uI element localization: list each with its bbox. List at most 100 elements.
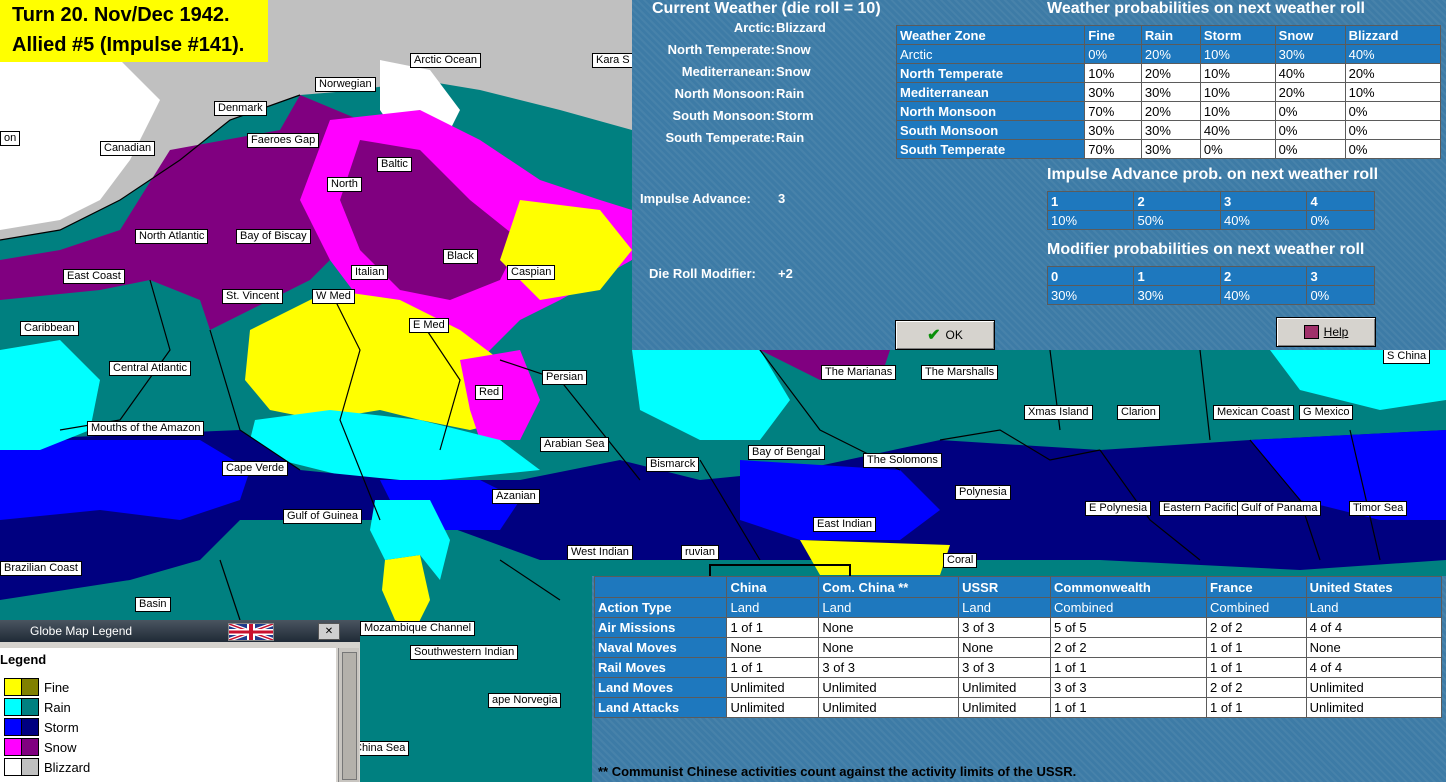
probability-cell[interactable]: 30% bbox=[1140, 82, 1201, 102]
probability-cell[interactable]: 20% bbox=[1344, 63, 1442, 83]
sea-zone-label[interactable]: Bismarck bbox=[646, 457, 700, 472]
table-row[interactable]: North Monsoon 70% 20% 10% 0% 0% bbox=[895, 101, 1442, 121]
sea-zone-label[interactable]: West Indian bbox=[567, 545, 633, 560]
sea-zone-label[interactable]: E Polynesia bbox=[1085, 501, 1152, 516]
table-row[interactable]: North Temperate 10% 20% 10% 40% 20% bbox=[895, 63, 1442, 83]
probability-cell[interactable]: 10% bbox=[1344, 82, 1442, 102]
table-row[interactable]: South Temperate 70% 30% 0% 0% 0% bbox=[895, 139, 1442, 159]
sea-zone-label[interactable]: Cape Verde bbox=[222, 461, 289, 476]
probability-cell[interactable]: 40% bbox=[1199, 120, 1276, 140]
sea-zone-label[interactable]: Southwestern Indian bbox=[410, 645, 519, 660]
legend-titlebar[interactable]: Globe Map Legend ✕ bbox=[0, 620, 360, 642]
sea-zone-label[interactable]: Caribbean bbox=[20, 321, 79, 336]
probability-cell[interactable]: 20% bbox=[1140, 101, 1201, 121]
probability-cell[interactable]: 0% bbox=[1274, 120, 1346, 140]
sea-zone-label[interactable]: Xmas Island bbox=[1024, 405, 1093, 420]
probability-cell[interactable]: 0% bbox=[1344, 139, 1442, 159]
probability-cell[interactable]: 0% bbox=[1084, 44, 1142, 64]
weather-zone-cell[interactable]: North Temperate bbox=[895, 63, 1086, 83]
probability-cell[interactable]: 10% bbox=[1199, 82, 1276, 102]
sea-zone-label[interactable]: The Marianas bbox=[821, 365, 897, 380]
table-row[interactable]: South Monsoon 30% 30% 40% 0% 0% bbox=[895, 120, 1442, 140]
sea-zone-label[interactable]: Faeroes Gap bbox=[247, 133, 320, 148]
table-row[interactable]: Mediterranean 30% 30% 10% 20% 10% bbox=[895, 82, 1442, 102]
probability-cell[interactable]: 70% bbox=[1084, 139, 1142, 159]
sea-zone-label[interactable]: Coral bbox=[943, 553, 978, 568]
table-row[interactable]: Arctic 0% 20% 10% 30% 40% bbox=[895, 44, 1442, 64]
sea-zone-label[interactable]: Brazilian Coast bbox=[0, 561, 82, 576]
sea-zone-label[interactable]: Black bbox=[443, 249, 478, 264]
close-icon[interactable]: ✕ bbox=[318, 623, 340, 640]
probability-cell[interactable]: 0% bbox=[1274, 139, 1346, 159]
probability-cell[interactable]: 70% bbox=[1084, 101, 1142, 121]
probability-cell[interactable]: 30% bbox=[1084, 120, 1142, 140]
sea-zone-label[interactable]: North Atlantic bbox=[135, 229, 209, 244]
sea-zone-label[interactable]: St. Vincent bbox=[222, 289, 283, 304]
sea-zone-label[interactable]: Kara S bbox=[592, 53, 634, 68]
sea-zone-label[interactable]: Eastern Pacific bbox=[1159, 501, 1241, 516]
probability-cell[interactable]: 20% bbox=[1140, 63, 1201, 83]
scroll-thumb[interactable] bbox=[342, 652, 357, 780]
sea-zone-label[interactable]: Gulf of Guinea bbox=[283, 509, 362, 524]
weather-zone-cell[interactable]: South Temperate bbox=[895, 139, 1086, 159]
probability-cell[interactable]: 40% bbox=[1274, 63, 1346, 83]
sea-zone-label[interactable]: Central Atlantic bbox=[109, 361, 191, 376]
probability-cell[interactable]: 10% bbox=[1199, 44, 1276, 64]
sea-zone-label[interactable]: The Solomons bbox=[863, 453, 942, 468]
sea-zone-label[interactable]: Baltic bbox=[377, 157, 412, 172]
probability-cell[interactable]: 20% bbox=[1140, 44, 1201, 64]
sea-zone-label[interactable]: East Coast bbox=[63, 269, 125, 284]
sea-zone-label[interactable]: Denmark bbox=[214, 101, 267, 116]
probability-cell[interactable]: 30% bbox=[1274, 44, 1346, 64]
sea-zone-label[interactable]: ape Norvegia bbox=[488, 693, 562, 708]
legend-scrollbar[interactable] bbox=[338, 648, 359, 782]
sea-zone-label[interactable]: Gulf of Panama bbox=[1237, 501, 1322, 516]
sea-zone-label[interactable]: Red bbox=[475, 385, 504, 400]
sea-zone-label[interactable]: Bay of Bengal bbox=[748, 445, 825, 460]
probability-cell[interactable]: 30% bbox=[1140, 139, 1201, 159]
probability-cell[interactable]: 30% bbox=[1140, 120, 1201, 140]
weather-zone-cell[interactable]: North Monsoon bbox=[895, 101, 1086, 121]
sea-zone-label[interactable]: Canadian bbox=[100, 141, 156, 156]
probability-cell[interactable]: 10% bbox=[1199, 101, 1276, 121]
sea-zone-label[interactable]: Mexican Coast bbox=[1213, 405, 1294, 420]
sea-zone-label[interactable]: Persian bbox=[542, 370, 588, 385]
sea-zone-label[interactable]: Mouths of the Amazon bbox=[87, 421, 205, 436]
sea-zone-label[interactable]: Arabian Sea bbox=[540, 437, 609, 452]
sea-zone-label[interactable]: Caspian bbox=[507, 265, 556, 280]
probability-cell[interactable]: 10% bbox=[1199, 63, 1276, 83]
sea-zone-label[interactable]: on bbox=[0, 131, 21, 146]
sea-zone-label[interactable]: S China bbox=[1383, 349, 1431, 364]
impulse-advance-value: 3 bbox=[778, 191, 786, 206]
sea-zone-label[interactable]: ruvian bbox=[681, 545, 719, 560]
sea-zone-label[interactable]: Arctic Ocean bbox=[410, 53, 481, 68]
probability-cell[interactable]: 30% bbox=[1084, 82, 1142, 102]
sea-zone-label[interactable]: The Marshalls bbox=[921, 365, 999, 380]
probability-cell[interactable]: 0% bbox=[1344, 120, 1442, 140]
weather-zone-cell[interactable]: Mediterranean bbox=[895, 82, 1086, 102]
probability-cell[interactable]: 0% bbox=[1274, 101, 1346, 121]
sea-zone-label[interactable]: East Indian bbox=[813, 517, 877, 532]
sea-zone-label[interactable]: Clarion bbox=[1117, 405, 1160, 420]
sea-zone-label[interactable]: Norwegian bbox=[315, 77, 376, 92]
weather-zone-cell[interactable]: South Monsoon bbox=[895, 120, 1086, 140]
sea-zone-label[interactable]: E Med bbox=[409, 318, 449, 333]
probability-cell[interactable]: 0% bbox=[1344, 101, 1442, 121]
sea-zone-label[interactable]: North bbox=[327, 177, 362, 192]
probability-cell[interactable]: 10% bbox=[1084, 63, 1142, 83]
sea-zone-label[interactable]: Azanian bbox=[492, 489, 540, 504]
sea-zone-label[interactable]: Basin bbox=[135, 597, 171, 612]
sea-zone-label[interactable]: Mozambique Channel bbox=[360, 621, 476, 636]
probability-cell[interactable]: 40% bbox=[1344, 44, 1442, 64]
ok-button[interactable]: ✔ OK bbox=[895, 320, 995, 350]
probability-cell[interactable]: 20% bbox=[1274, 82, 1346, 102]
sea-zone-label[interactable]: Italian bbox=[351, 265, 389, 280]
help-button[interactable]: Help bbox=[1276, 317, 1376, 347]
sea-zone-label[interactable]: W Med bbox=[312, 289, 355, 304]
sea-zone-label[interactable]: Polynesia bbox=[955, 485, 1011, 500]
weather-zone-cell[interactable]: Arctic bbox=[895, 44, 1086, 64]
sea-zone-label[interactable]: G Mexico bbox=[1299, 405, 1354, 420]
sea-zone-label[interactable]: Timor Sea bbox=[1349, 501, 1408, 516]
probability-cell[interactable]: 0% bbox=[1199, 139, 1276, 159]
sea-zone-label[interactable]: Bay of Biscay bbox=[236, 229, 311, 244]
